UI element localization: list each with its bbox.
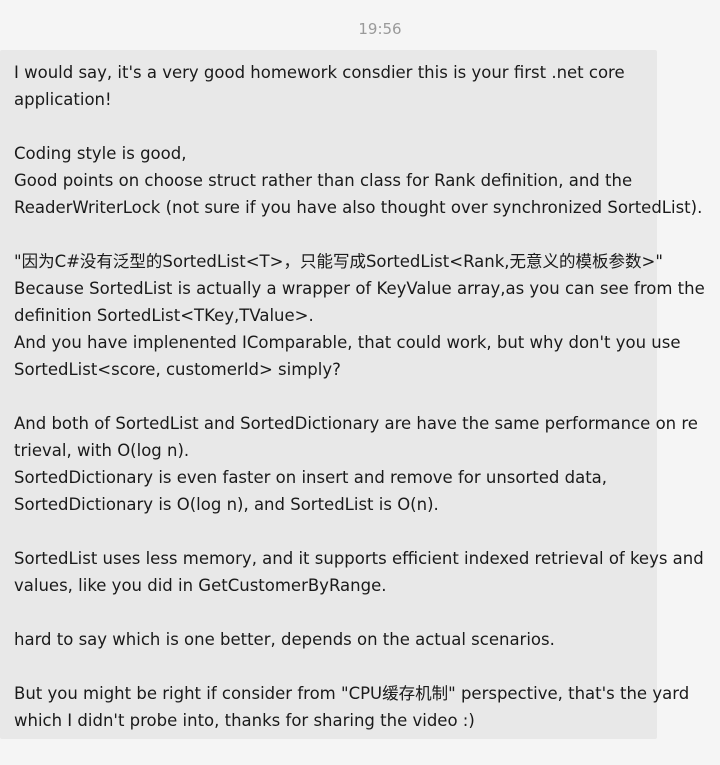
- message-line: which I didn't probe into, thanks for sh…: [14, 711, 475, 730]
- message-line-blank: [14, 518, 653, 545]
- message-line-blank: [14, 653, 653, 680]
- message-line: I would say, it's a very good homework c…: [14, 63, 625, 82]
- message-line: And both of SortedList and SortedDiction…: [14, 414, 698, 433]
- message-line: Because SortedList is actually a wrapper…: [14, 279, 705, 298]
- message-timestamp: 19:56: [358, 20, 402, 38]
- message-line: hard to say which is one better, depends…: [14, 630, 555, 649]
- message-line: SortedDictionary is even faster on inser…: [14, 468, 608, 487]
- message-line: SortedList uses less memory, and it supp…: [14, 549, 704, 568]
- message-line-blank: [14, 221, 653, 248]
- message-line: definition SortedList<TKey,TValue>.: [14, 306, 314, 325]
- message-bubble[interactable]: I would say, it's a very good homework c…: [0, 50, 705, 739]
- message-line-blank: [14, 599, 653, 626]
- message-line: Coding style is good,: [14, 144, 187, 163]
- message-line: SortedList<score, customerId> simply?: [14, 360, 341, 379]
- message-line: And you have implenented IComparable, th…: [14, 333, 681, 352]
- message-line: But you might be right if consider from …: [14, 684, 690, 703]
- message-line: SortedDictionary is O(log n), and Sorted…: [14, 495, 439, 514]
- message-line: Good points on choose struct rather than…: [14, 171, 633, 190]
- message-line: application!: [14, 90, 112, 109]
- message-text: I would say, it's a very good homework c…: [14, 59, 705, 734]
- message-line: ReaderWriterLock (not sure if you have a…: [14, 198, 703, 217]
- message-line: values, like you did in GetCustomerByRan…: [14, 576, 387, 595]
- message-line-blank: [14, 383, 653, 410]
- message-line: trieval, with O(log n).: [14, 441, 190, 460]
- message-line-blank: [14, 113, 653, 140]
- message-line: "因为C#没有泛型的SortedList<T>，只能写成SortedList<R…: [14, 252, 663, 271]
